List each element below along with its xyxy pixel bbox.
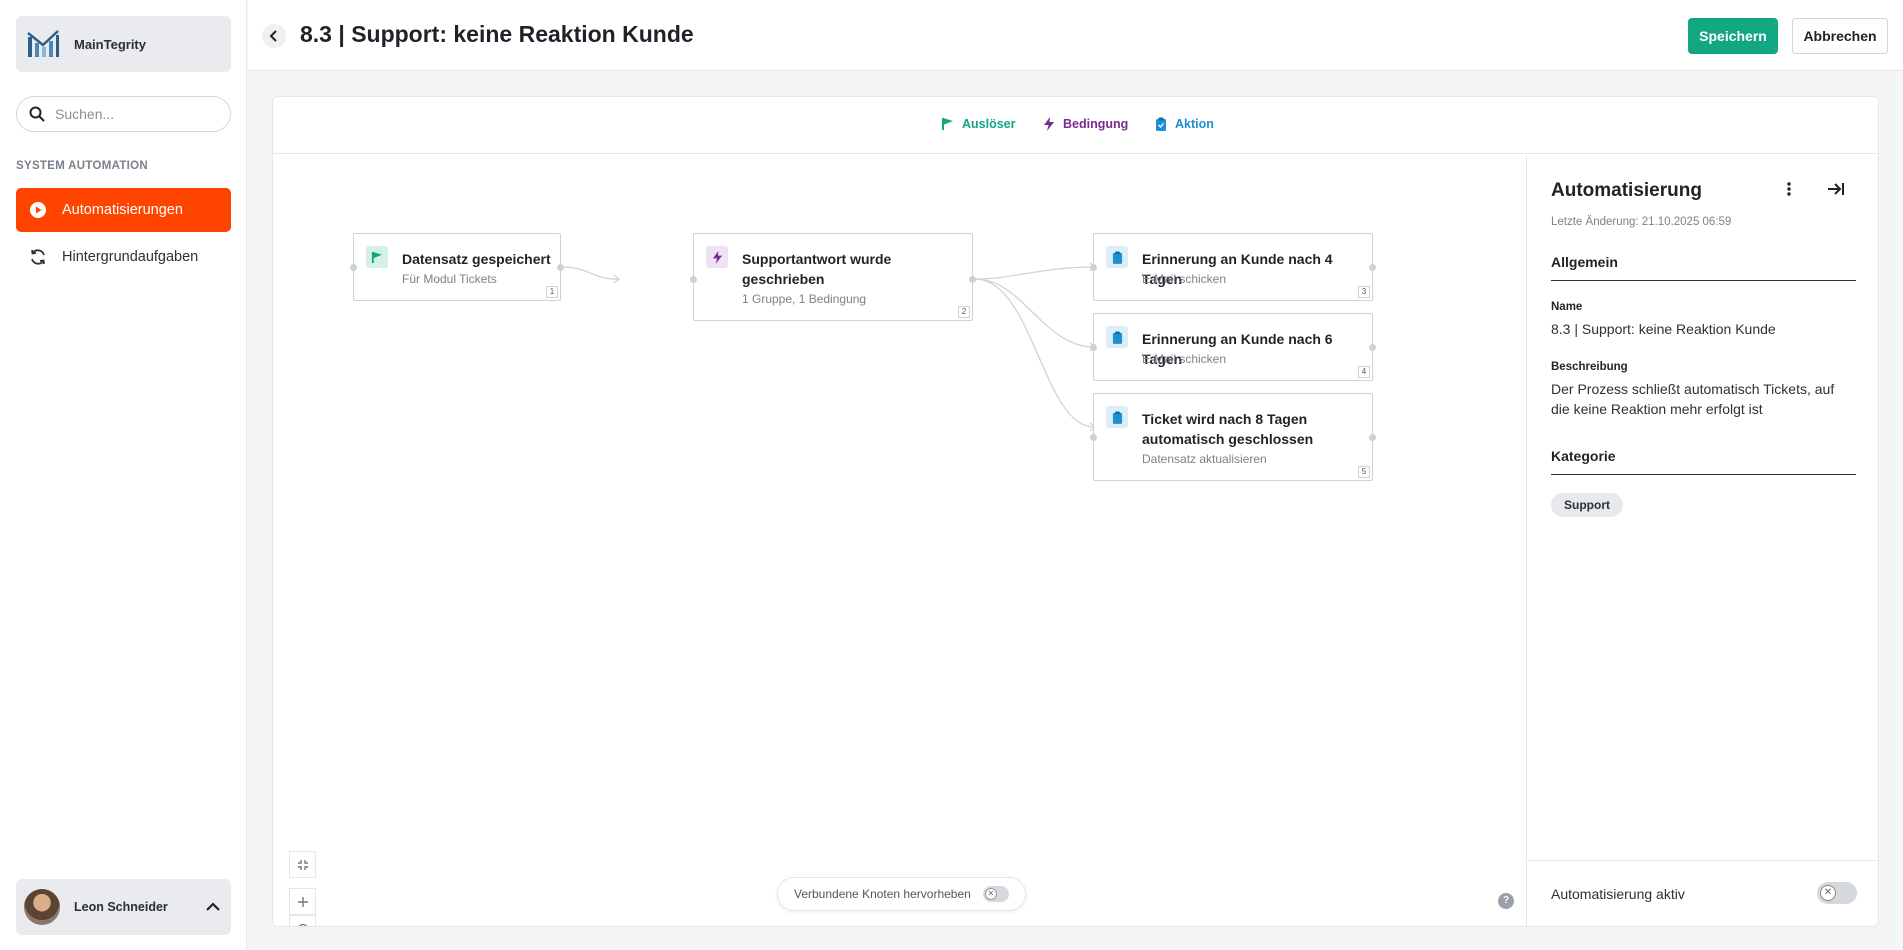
search-input[interactable] [55, 106, 205, 122]
legend-trigger[interactable]: Auslöser [941, 117, 1016, 131]
node-type-legend: Auslöser Bedingung Aktion [273, 97, 1878, 154]
node-output-port[interactable] [1369, 264, 1376, 271]
avatar [24, 889, 60, 925]
help-icon[interactable]: ? [1498, 893, 1514, 909]
category-tag[interactable]: Support [1551, 493, 1623, 517]
sidebar-item-label: Hintergrundaufgaben [62, 249, 199, 265]
node-number: 4 [1358, 366, 1370, 378]
node-number: 2 [958, 306, 970, 318]
node-output-port[interactable] [1369, 434, 1376, 441]
collapse-panel-icon[interactable] [1827, 181, 1845, 197]
panel-title: Automatisierung [1551, 180, 1702, 201]
flow-node-condition[interactable]: Supportantwort wurde geschrieben 1 Grupp… [690, 233, 976, 321]
highlight-toggle-label: Verbundene Knoten hervorheben [794, 887, 971, 901]
last-change: Letzte Änderung: 21.10.2025 06:59 [1551, 216, 1732, 228]
legend-condition-label: Bedingung [1063, 117, 1129, 131]
close-icon: ✕ [1820, 885, 1836, 901]
zoom-controls [289, 851, 316, 926]
plus-icon [297, 896, 308, 907]
node-input-port[interactable] [1090, 434, 1097, 441]
clipboard-icon [1106, 406, 1128, 428]
close-icon: ✕ [984, 888, 997, 900]
description-label: Beschreibung [1551, 361, 1628, 373]
highlight-switch[interactable]: ✕ [982, 886, 1009, 902]
more-vertical-icon[interactable] [1787, 181, 1791, 197]
node-subtitle: Für Modul Tickets [402, 272, 497, 286]
page-title: 8.3 | Support: keine Reaktion Kunde [300, 21, 694, 47]
clipboard-icon [1106, 326, 1128, 348]
node-input-port[interactable] [690, 276, 697, 283]
node-subtitle: 1 Gruppe, 1 Bedingung [742, 292, 867, 306]
flow-node-action[interactable]: Erinnerung an Kunde nach 6 Tagen E-Mail … [1090, 313, 1376, 381]
node-number: 5 [1358, 466, 1370, 478]
refresh-icon [28, 247, 48, 267]
flow-node-trigger[interactable]: Datensatz gespeichert Für Modul Tickets … [350, 233, 564, 301]
lightning-icon [706, 246, 728, 268]
fit-view-icon [297, 859, 308, 870]
node-subtitle: E-Mail schicken [1142, 272, 1227, 286]
zoom-reset-button[interactable] [289, 915, 316, 926]
description-value[interactable]: Der Prozess schließt automatisch Tickets… [1551, 379, 1856, 419]
play-circle-icon [28, 200, 48, 220]
node-subtitle: E-Mail schicken [1142, 352, 1227, 366]
name-label: Name [1551, 301, 1583, 313]
search-box[interactable] [16, 96, 231, 132]
node-output-port[interactable] [557, 264, 564, 271]
properties-panel: Automatisierung Letzte Änderung: 21.10.2… [1526, 155, 1878, 926]
fit-view-button[interactable] [289, 851, 316, 878]
legend-trigger-label: Auslöser [962, 117, 1016, 131]
flow-node-action[interactable]: Ticket wird nach 8 Tagen automatisch ges… [1090, 393, 1376, 481]
panel-footer: Automatisierung aktiv ✕ [1527, 860, 1878, 926]
legend-condition[interactable]: Bedingung [1043, 117, 1128, 131]
node-title: Ticket wird nach 8 Tagen automatisch ges… [1142, 411, 1314, 447]
flag-icon [366, 246, 388, 268]
chevron-up-icon[interactable] [205, 902, 221, 912]
legend-action-label: Aktion [1175, 117, 1214, 131]
back-button[interactable] [262, 24, 286, 48]
flow-node-action[interactable]: Erinnerung an Kunde nach 4 Tagen E-Mail … [1090, 233, 1376, 301]
node-number: 3 [1358, 286, 1370, 298]
legend-action[interactable]: Aktion [1155, 117, 1214, 131]
cancel-button[interactable]: Abbrechen [1792, 18, 1888, 54]
user-name: Leon Schneider [74, 900, 168, 914]
app-logo-icon [27, 30, 59, 57]
node-input-port[interactable] [1090, 264, 1097, 271]
brand[interactable]: MainTegrity [16, 16, 231, 72]
name-value[interactable]: 8.3 | Support: keine Reaktion Kunde [1551, 319, 1856, 339]
save-button[interactable]: Speichern [1688, 18, 1778, 54]
sidebar-item-label: Automatisierungen [62, 202, 183, 218]
highlight-connected-toggle[interactable]: Verbundene Knoten hervorheben ✕ [777, 877, 1026, 911]
zoom-in-button[interactable] [289, 888, 316, 915]
node-subtitle: Datensatz aktualisieren [1142, 452, 1267, 466]
chevron-left-icon [269, 30, 277, 42]
automation-editor: Auslöser Bedingung Aktion Datensatz gesp… [272, 96, 1879, 927]
search-icon [29, 106, 45, 122]
sidebar-item-hintergrundaufgaben[interactable]: Hintergrundaufgaben [16, 235, 231, 279]
active-label: Automatisierung aktiv [1551, 886, 1685, 902]
node-output-port[interactable] [1369, 344, 1376, 351]
user-menu[interactable]: Leon Schneider [16, 879, 231, 935]
app-name: MainTegrity [74, 36, 146, 52]
circle-icon [297, 923, 308, 926]
node-number: 1 [546, 286, 558, 298]
page-header: 8.3 | Support: keine Reaktion Kunde Spei… [248, 0, 1903, 71]
sidebar: MainTegrity SYSTEM AUTOMATION Automatisi… [0, 0, 247, 950]
node-output-port[interactable] [969, 276, 976, 283]
node-title: Supportantwort wurde geschrieben [742, 251, 892, 287]
active-toggle[interactable]: ✕ [1817, 882, 1857, 904]
sidebar-item-automatisierungen[interactable]: Automatisierungen [16, 188, 231, 232]
node-input-port[interactable] [350, 264, 357, 271]
node-input-port[interactable] [1090, 344, 1097, 351]
lightning-icon [1044, 117, 1054, 131]
section-category: Kategorie [1551, 448, 1856, 475]
flow-canvas[interactable]: Datensatz gespeichert Für Modul Tickets … [273, 155, 1526, 926]
flag-icon [942, 118, 953, 130]
clipboard-icon [1106, 246, 1128, 268]
section-label: SYSTEM AUTOMATION [16, 160, 149, 172]
node-title: Datensatz gespeichert [402, 251, 551, 267]
clipboard-icon [1156, 117, 1166, 131]
section-general: Allgemein [1551, 254, 1856, 281]
